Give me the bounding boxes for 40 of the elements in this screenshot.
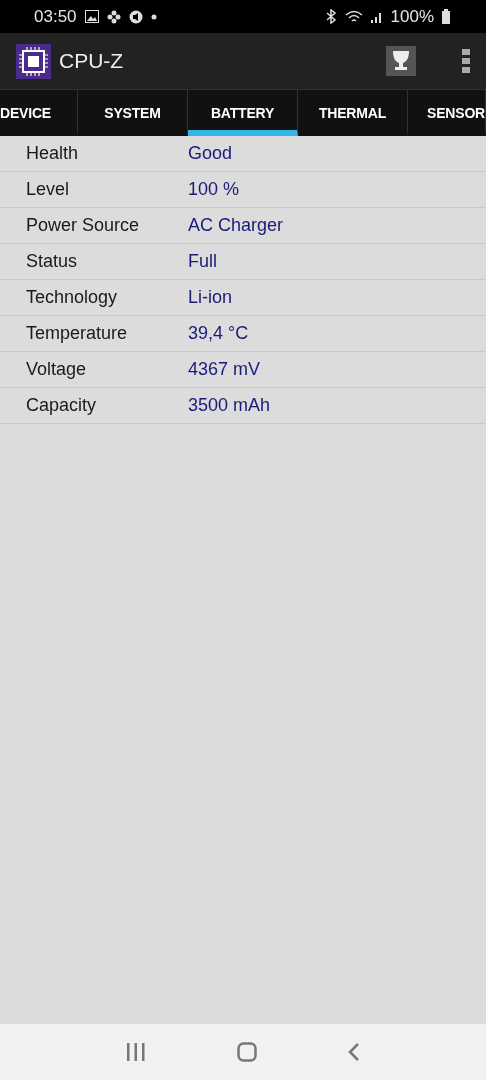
signal-icon [370,10,383,23]
row-value: AC Charger [188,215,284,236]
row-value: 3500 mAh [188,395,271,416]
row-label: Health [25,143,80,164]
row-label: Technology [25,287,119,308]
row-label: Status [25,251,79,272]
row-value: Li-ion [188,287,233,308]
row-value: 4367 mV [188,359,261,380]
battery-percent: 100% [390,6,434,27]
row-label: Temperature [25,323,129,344]
recents-icon[interactable] [125,1043,146,1061]
clock: 03:50 [34,6,77,27]
dot-icon [150,13,157,20]
row-label: Power Source [25,215,141,236]
menu-button[interactable] [462,49,470,73]
tab[interactable]: BATTERY [188,90,298,136]
row-label: Level [25,179,71,200]
wifi-icon [344,9,363,24]
chip-logo-icon [16,43,51,79]
back-icon[interactable] [348,1042,361,1062]
trophy-icon [391,50,411,72]
tab[interactable]: SENSOR [408,90,486,136]
row-value: 39,4 °C [188,323,249,344]
tab[interactable]: THERMAL [298,90,408,136]
row-label: Voltage [25,359,88,380]
row-value: 100 % [188,179,240,200]
tab[interactable]: DEVICE [0,90,78,136]
menu-icon [462,49,470,73]
battery-icon [442,9,450,24]
row-value: Good [188,143,233,164]
trophy-button[interactable] [386,46,416,76]
tab[interactable]: SYSTEM [78,90,188,136]
row-value: Full [188,251,217,272]
home-icon[interactable] [237,1042,257,1062]
row-label: Capacity [25,395,98,416]
fan-icon [106,9,121,24]
sound-icon [128,9,143,24]
app-title: CPU-Z [59,49,124,73]
image-icon [84,10,99,23]
bluetooth-icon [324,9,337,24]
